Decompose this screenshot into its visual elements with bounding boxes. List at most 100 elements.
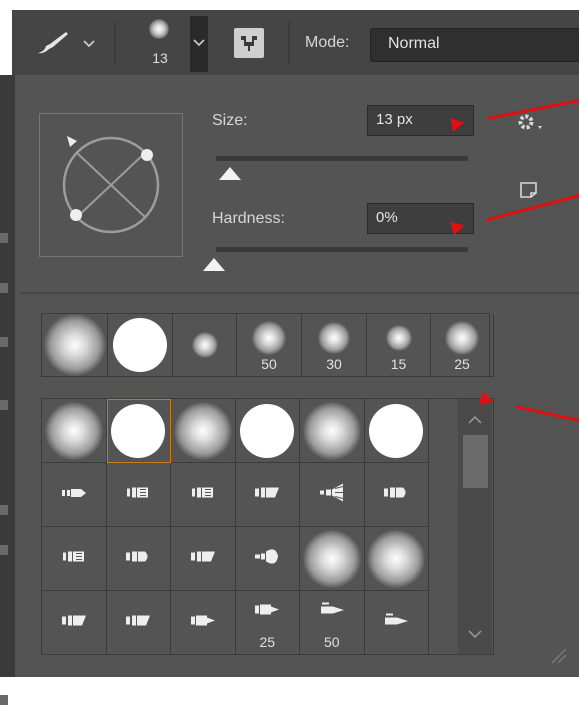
brush-preset-1[interactable] [106,399,171,463]
marker-brush-tip-icon [190,613,216,632]
brush-preset-picker[interactable]: 13 [140,14,180,70]
brush-preset-8[interactable] [171,463,236,527]
mode-select[interactable]: Normal [370,28,579,62]
soft-round-brush-icon [173,401,232,460]
brush-preset-13[interactable] [106,527,171,591]
annotation-arrow-head [450,115,466,132]
brush-size-label: 15 [390,356,407,372]
brush-preset-dropdown-button[interactable] [190,16,208,72]
flat-brush-tip-icon [191,485,215,504]
blunt-brush-tip-icon [254,545,280,572]
brush-preset-23[interactable] [364,591,429,655]
left-tool-strip [0,75,15,705]
brush-preset-18[interactable] [42,591,107,655]
recent-brush-0[interactable] [42,314,108,377]
brush-presets-grid: 25 50 [41,398,494,655]
panel-divider [20,292,579,294]
pen-brush-tip-icon [383,611,409,634]
angle-brush-tip-icon [254,485,280,504]
soft-round-brush-icon [252,320,286,355]
brush-size-readout: 13 [152,50,168,66]
soft-round-brush-icon [318,321,350,354]
recent-brush-1[interactable] [108,314,173,377]
brush-preset-2[interactable] [171,399,236,463]
brush-preset-icon [149,19,169,39]
brush-settings-gear-icon[interactable] [516,113,550,140]
brush-tool-icon[interactable] [36,30,72,56]
brush-preset-22[interactable]: 50 [300,591,365,655]
brush-preset-17[interactable] [364,527,429,591]
size-slider-track[interactable] [216,156,468,161]
brush-preset-5[interactable] [364,399,429,463]
angle-brush-tip-icon [190,549,216,568]
soft-round-brush-icon [44,401,103,460]
hard-round-brush-icon [369,403,424,458]
soft-round-brush-icon [445,320,479,355]
hardness-slider-track[interactable] [216,247,468,252]
brush-preset-10[interactable] [300,463,365,527]
presets-scrollbar-thumb[interactable] [463,435,488,488]
recent-brush-4[interactable]: 30 [302,314,367,377]
flat-brush-tip-icon [126,485,150,504]
strip-handle [0,400,8,410]
soft-round-brush-icon [385,324,412,351]
brush-preset-0[interactable] [42,399,107,463]
flat-brush-tip-icon [62,549,86,568]
brush-preset-6[interactable] [42,463,107,527]
brush-preset-15[interactable] [235,527,300,591]
brush-preset-11[interactable] [364,463,429,527]
angle-brush-tip-icon [61,613,87,632]
brush-preset-12[interactable] [42,527,107,591]
brush-preset-7[interactable] [106,463,171,527]
brush-preset-16[interactable] [300,527,365,591]
soft-round-brush-icon [43,314,106,376]
recent-brush-2[interactable] [173,314,237,377]
hard-round-brush-icon [113,318,167,372]
brush-size-label: 25 [259,634,276,650]
hard-round-brush-icon [111,403,166,458]
toolbar-divider [288,22,290,64]
brush-size-label: 50 [323,634,340,650]
strip-handle [0,233,8,243]
round-brush-tip-icon [125,549,151,568]
angle-brush-tip-icon [125,613,151,632]
brush-size-label: 30 [326,356,342,372]
hard-round-brush-icon [240,403,295,458]
hardness-slider-thumb[interactable] [203,258,225,271]
size-slider-thumb[interactable] [219,167,241,180]
brush-size-label: 25 [454,356,470,372]
brush-preset-3[interactable] [235,399,300,463]
round-brush-tip-icon [383,485,409,504]
size-label: Size: [212,112,248,129]
brush-angle-preview[interactable] [39,113,183,257]
recent-brush-6[interactable]: 25 [431,314,494,377]
toolbar-divider [114,22,116,64]
brush-preset-19[interactable] [106,591,171,655]
pen-brush-tip-icon [319,601,345,624]
marker-brush-tip-icon [254,603,280,622]
recent-brush-5[interactable]: 15 [367,314,431,377]
brush-preset-21[interactable]: 25 [235,591,300,655]
chevron-down-icon[interactable] [82,36,96,54]
pencil-brush-tip-icon [61,486,87,504]
hardness-label: Hardness: [212,210,285,227]
recent-brush-3[interactable]: 50 [237,314,302,377]
mode-select-value: Normal [388,35,440,52]
fan-brush-tip-icon [319,482,345,507]
toggle-brush-settings-icon[interactable] [234,28,264,58]
strip-handle [0,337,8,347]
new-preset-icon[interactable] [519,181,539,204]
brush-preset-20[interactable] [171,591,236,655]
strip-handle [0,283,8,293]
brush-size-label: 50 [261,356,277,372]
soft-round-brush-icon [367,529,426,588]
soft-round-brush-icon [191,332,218,358]
brush-preset-9[interactable] [235,463,300,527]
soft-round-brush-icon [302,401,361,460]
resize-grip-icon[interactable] [548,645,568,670]
brush-preset-14[interactable] [171,527,236,591]
brush-preset-4[interactable] [300,399,365,463]
strip-handle [0,505,8,515]
soft-round-brush-icon [302,529,361,588]
strip-handle [0,545,8,555]
